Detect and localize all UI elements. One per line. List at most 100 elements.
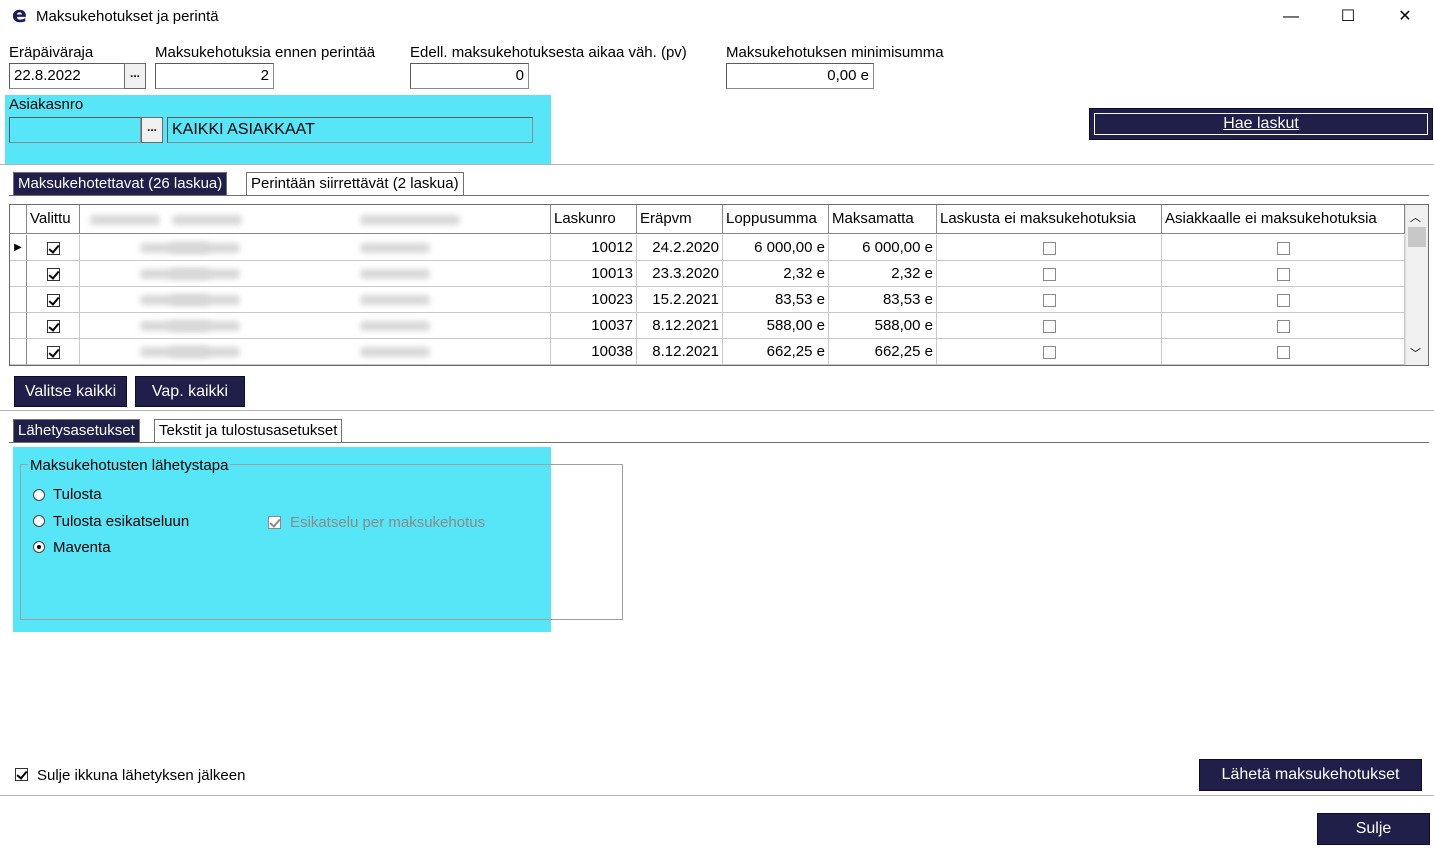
row-no-customer-reminders-cell[interactable] [1162, 339, 1405, 365]
close-button[interactable]: Sulje [1317, 813, 1430, 845]
row-header[interactable] [10, 287, 27, 313]
no-invoice-reminders-checkbox[interactable] [1042, 267, 1056, 281]
due-date-input[interactable]: 22.8.2022 [9, 63, 125, 89]
no-customer-reminders-checkbox[interactable] [1276, 241, 1290, 255]
row-no-invoice-reminders-cell[interactable] [937, 313, 1162, 339]
no-invoice-reminders-checkbox[interactable] [1042, 319, 1056, 333]
col-header-invoice[interactable]: Laskunro [551, 205, 637, 234]
grid-scrollbar[interactable]: ︿ ﹀ [1405, 205, 1428, 365]
scroll-up-icon[interactable]: ︿ [1410, 209, 1421, 225]
col-header-no-customer-reminders[interactable]: Asiakkaalle ei maksukehotuksia [1162, 205, 1405, 234]
min-sum-input[interactable]: 0,00 e [726, 63, 874, 89]
radio-maventa[interactable] [33, 541, 45, 553]
no-customer-reminders-checkbox[interactable] [1276, 267, 1290, 281]
row-no-invoice-reminders-cell[interactable] [937, 287, 1162, 313]
radio-print[interactable] [33, 489, 45, 501]
send-reminders-button[interactable]: Lähetä maksukehotukset [1199, 759, 1422, 791]
row-no-customer-reminders-cell[interactable] [1162, 261, 1405, 287]
tab-send-settings[interactable]: Lähetysasetukset [13, 419, 140, 443]
col-header-unpaid[interactable]: Maksamatta [829, 205, 937, 234]
row-unpaid-cell: 83,53 e [829, 287, 937, 313]
row-no-customer-reminders-cell[interactable] [1162, 235, 1405, 261]
due-date-picker-button[interactable]: ... [124, 63, 146, 89]
row-unpaid-cell: 2,32 e [829, 261, 937, 287]
customer-label: Asiakasnro [9, 96, 84, 113]
row-selected-cell[interactable] [27, 339, 80, 365]
interval-label: Edell. maksukehotuksesta aikaa väh. (pv) [410, 44, 687, 61]
no-customer-reminders-checkbox[interactable] [1276, 345, 1290, 359]
radio-print-label: Tulosta [53, 486, 102, 503]
row-total-cell: 6 000,00 e [723, 235, 829, 261]
customer-picker-button[interactable]: ... [141, 117, 163, 143]
row-selected-cell[interactable] [27, 261, 80, 287]
fetch-invoices-button[interactable]: Hae laskut [1089, 108, 1433, 140]
row-invoice-cell: 10037 [551, 313, 637, 339]
close-window-button[interactable]: ✕ [1376, 0, 1434, 34]
row-header[interactable]: ▶ [10, 235, 27, 261]
col-header-total[interactable]: Loppusumma [723, 205, 829, 234]
row-selected-cell[interactable] [27, 313, 80, 339]
row-no-invoice-reminders-cell[interactable] [937, 261, 1162, 287]
invoice-grid: Valittu Laskunro Eräpvm Loppusumma Maksa… [9, 204, 1429, 366]
row-blurred-cell [80, 287, 551, 313]
due-date-label: Eräpäiväraja [9, 44, 94, 61]
col-header-blurred [80, 205, 551, 234]
divider [0, 164, 1434, 165]
row-invoice-cell: 10012 [551, 235, 637, 261]
row-header-corner [10, 205, 27, 234]
row-selected-checkbox[interactable] [46, 345, 60, 359]
min-sum-label: Maksukehotuksen minimisumma [726, 44, 944, 61]
row-selected-checkbox[interactable] [46, 267, 60, 281]
tab-collection[interactable]: Perintään siirrettävät (2 laskua) [246, 172, 464, 196]
row-total-cell: 83,53 e [723, 287, 829, 313]
no-invoice-reminders-checkbox[interactable] [1042, 241, 1056, 255]
no-customer-reminders-checkbox[interactable] [1276, 319, 1290, 333]
row-header[interactable] [10, 313, 27, 339]
row-selected-checkbox[interactable] [46, 319, 60, 333]
tab-underline [9, 442, 1429, 443]
tab-underline [9, 195, 1429, 196]
tab-texts-print[interactable]: Tekstit ja tulostusasetukset [154, 419, 343, 443]
radio-print-preview-label: Tulosta esikatseluun [53, 513, 190, 530]
row-no-customer-reminders-cell[interactable] [1162, 313, 1405, 339]
row-invoice-cell: 10038 [551, 339, 637, 365]
scroll-thumb[interactable] [1408, 227, 1426, 247]
col-header-selected[interactable]: Valittu [27, 205, 80, 234]
row-selected-checkbox[interactable] [46, 241, 60, 255]
radio-print-preview[interactable] [33, 515, 45, 527]
row-no-invoice-reminders-cell[interactable] [937, 339, 1162, 365]
reminders-label: Maksukehotuksia ennen perintää [155, 44, 376, 61]
row-total-cell: 588,00 e [723, 313, 829, 339]
scroll-down-icon[interactable]: ﹀ [1410, 345, 1421, 361]
row-blurred-cell [80, 339, 551, 365]
preview-per-reminder-checkbox[interactable] [268, 516, 281, 529]
row-selected-cell[interactable] [27, 235, 80, 261]
row-selected-checkbox[interactable] [46, 293, 60, 307]
row-no-invoice-reminders-cell[interactable] [937, 235, 1162, 261]
row-no-customer-reminders-cell[interactable] [1162, 287, 1405, 313]
interval-input[interactable]: 0 [410, 63, 529, 89]
reminders-input[interactable]: 2 [155, 63, 274, 89]
row-blurred-cell [80, 261, 551, 287]
no-customer-reminders-checkbox[interactable] [1276, 293, 1290, 307]
minimize-button[interactable]: — [1262, 0, 1320, 34]
select-all-button[interactable]: Valitse kaikki [14, 376, 127, 407]
tab-reminders[interactable]: Maksukehotettavat (26 laskua) [13, 172, 228, 196]
deselect-all-button[interactable]: Vap. kaikki [135, 376, 245, 407]
fetch-invoices-label: Hae laskut [1094, 113, 1428, 135]
radio-maventa-label: Maventa [53, 539, 111, 556]
no-invoice-reminders-checkbox[interactable] [1042, 345, 1056, 359]
maximize-button[interactable]: ☐ [1319, 0, 1377, 34]
row-header[interactable] [10, 339, 27, 365]
app-icon: e [12, 3, 27, 28]
row-selected-cell[interactable] [27, 287, 80, 313]
close-after-send-checkbox[interactable] [15, 768, 28, 781]
row-unpaid-cell: 588,00 e [829, 313, 937, 339]
col-header-no-invoice-reminders[interactable]: Laskusta ei maksukehotuksia [937, 205, 1162, 234]
col-header-due[interactable]: Eräpvm [637, 205, 723, 234]
row-total-cell: 662,25 e [723, 339, 829, 365]
no-invoice-reminders-checkbox[interactable] [1042, 293, 1056, 307]
row-due-cell: 8.12.2021 [637, 339, 723, 365]
customer-number-input[interactable] [9, 117, 141, 143]
row-header[interactable] [10, 261, 27, 287]
